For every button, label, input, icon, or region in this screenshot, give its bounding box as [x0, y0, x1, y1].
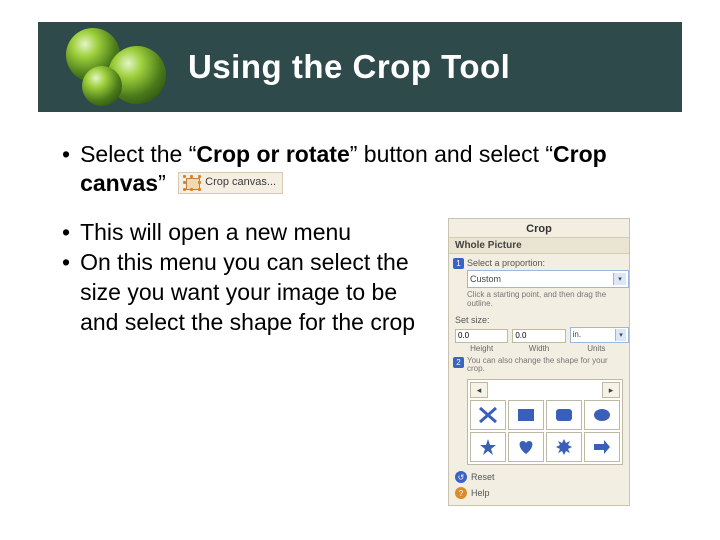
- bullet-marker: •: [58, 218, 80, 248]
- bullet-text: This will open a new menu: [80, 218, 438, 248]
- pane-title: Crop: [449, 219, 629, 237]
- help-icon: ?: [455, 487, 467, 499]
- height-label: Height: [455, 344, 508, 353]
- sphere-icon: [82, 66, 122, 106]
- reset-icon: ↺: [455, 471, 467, 483]
- shape-option-heart[interactable]: [508, 432, 544, 462]
- crop-canvas-icon: [183, 175, 201, 191]
- text-fragment: ”: [158, 170, 166, 196]
- bullet-text: Select the “Crop or rotate” button and s…: [80, 140, 668, 198]
- width-input[interactable]: [512, 329, 565, 343]
- crop-canvas-menu-item: Crop canvas...: [178, 172, 283, 194]
- pane-subtitle: Whole Picture: [449, 237, 629, 254]
- proportion-select[interactable]: Custom ▾: [467, 270, 629, 288]
- lower-text-column: • This will open a new menu • On this me…: [58, 218, 438, 338]
- size-row: Height Width in. ▾ Units: [449, 325, 629, 353]
- shape-option-arrow[interactable]: [584, 432, 620, 462]
- crop-task-pane: Crop Whole Picture 1 Select a proportion…: [448, 218, 630, 506]
- units-value: in.: [573, 330, 581, 339]
- width-col: Width: [512, 329, 565, 353]
- height-input[interactable]: [455, 329, 508, 343]
- decorative-spheres: [38, 22, 188, 112]
- shape-next-button[interactable]: ▸: [602, 382, 620, 398]
- text-bold: Crop or rotate: [196, 141, 349, 167]
- units-label: Units: [570, 344, 623, 353]
- shape-option-oval[interactable]: [584, 400, 620, 430]
- step-2-text: You can also change the shape for your c…: [467, 357, 623, 375]
- drag-hint: Click a starting point, and then drag th…: [467, 291, 623, 309]
- shape-option-roundrect[interactable]: [546, 400, 582, 430]
- reset-label: Reset: [471, 472, 495, 482]
- units-select[interactable]: in. ▾: [570, 327, 629, 343]
- shape-option-star[interactable]: [470, 432, 506, 462]
- shape-toolbar: ◂ ▸: [470, 382, 620, 400]
- bullet-item: • On this menu you can select the size y…: [58, 248, 438, 338]
- chevron-down-icon: ▾: [613, 273, 626, 285]
- bullet-text: On this menu you can select the size you…: [80, 248, 438, 338]
- chevron-down-icon: ▾: [615, 329, 626, 341]
- size-title: Set size:: [449, 311, 629, 325]
- crop-canvas-label: Crop canvas...: [205, 176, 276, 190]
- bullet-item: • Select the “Crop or rotate” button and…: [58, 140, 668, 198]
- help-row[interactable]: ? Help: [449, 483, 629, 499]
- step-1-section: 1 Select a proportion: Custom ▾ Click a …: [449, 254, 629, 311]
- bullet-item: • This will open a new menu: [58, 218, 438, 248]
- shape-grid: [470, 400, 620, 462]
- step-number-badge: 1: [453, 258, 464, 269]
- shape-option-rect[interactable]: [508, 400, 544, 430]
- shape-prev-button[interactable]: ◂: [470, 382, 488, 398]
- content-block-2: • This will open a new menu • On this me…: [58, 218, 630, 506]
- shape-picker: ◂ ▸: [467, 379, 623, 465]
- height-col: Height: [455, 329, 508, 353]
- shape-option-burst[interactable]: [546, 432, 582, 462]
- reset-row[interactable]: ↺ Reset: [449, 467, 629, 483]
- title-band: Using the Crop Tool: [38, 22, 682, 112]
- step-number-badge: 2: [453, 357, 464, 368]
- width-label: Width: [512, 344, 565, 353]
- bullet-marker: •: [58, 140, 80, 169]
- step-2-section: 2 You can also change the shape for your…: [449, 353, 629, 377]
- help-label: Help: [471, 488, 490, 498]
- bullet-marker: •: [58, 248, 80, 278]
- proportion-value: Custom: [470, 274, 501, 284]
- units-col: in. ▾ Units: [570, 327, 623, 353]
- shape-option-x[interactable]: [470, 400, 506, 430]
- text-fragment: Select the “: [80, 141, 196, 167]
- slide-title: Using the Crop Tool: [188, 48, 510, 86]
- content-block-1: • Select the “Crop or rotate” button and…: [58, 140, 668, 202]
- text-fragment: ” button and select “: [350, 141, 553, 167]
- proportion-label: Select a proportion:: [467, 258, 623, 268]
